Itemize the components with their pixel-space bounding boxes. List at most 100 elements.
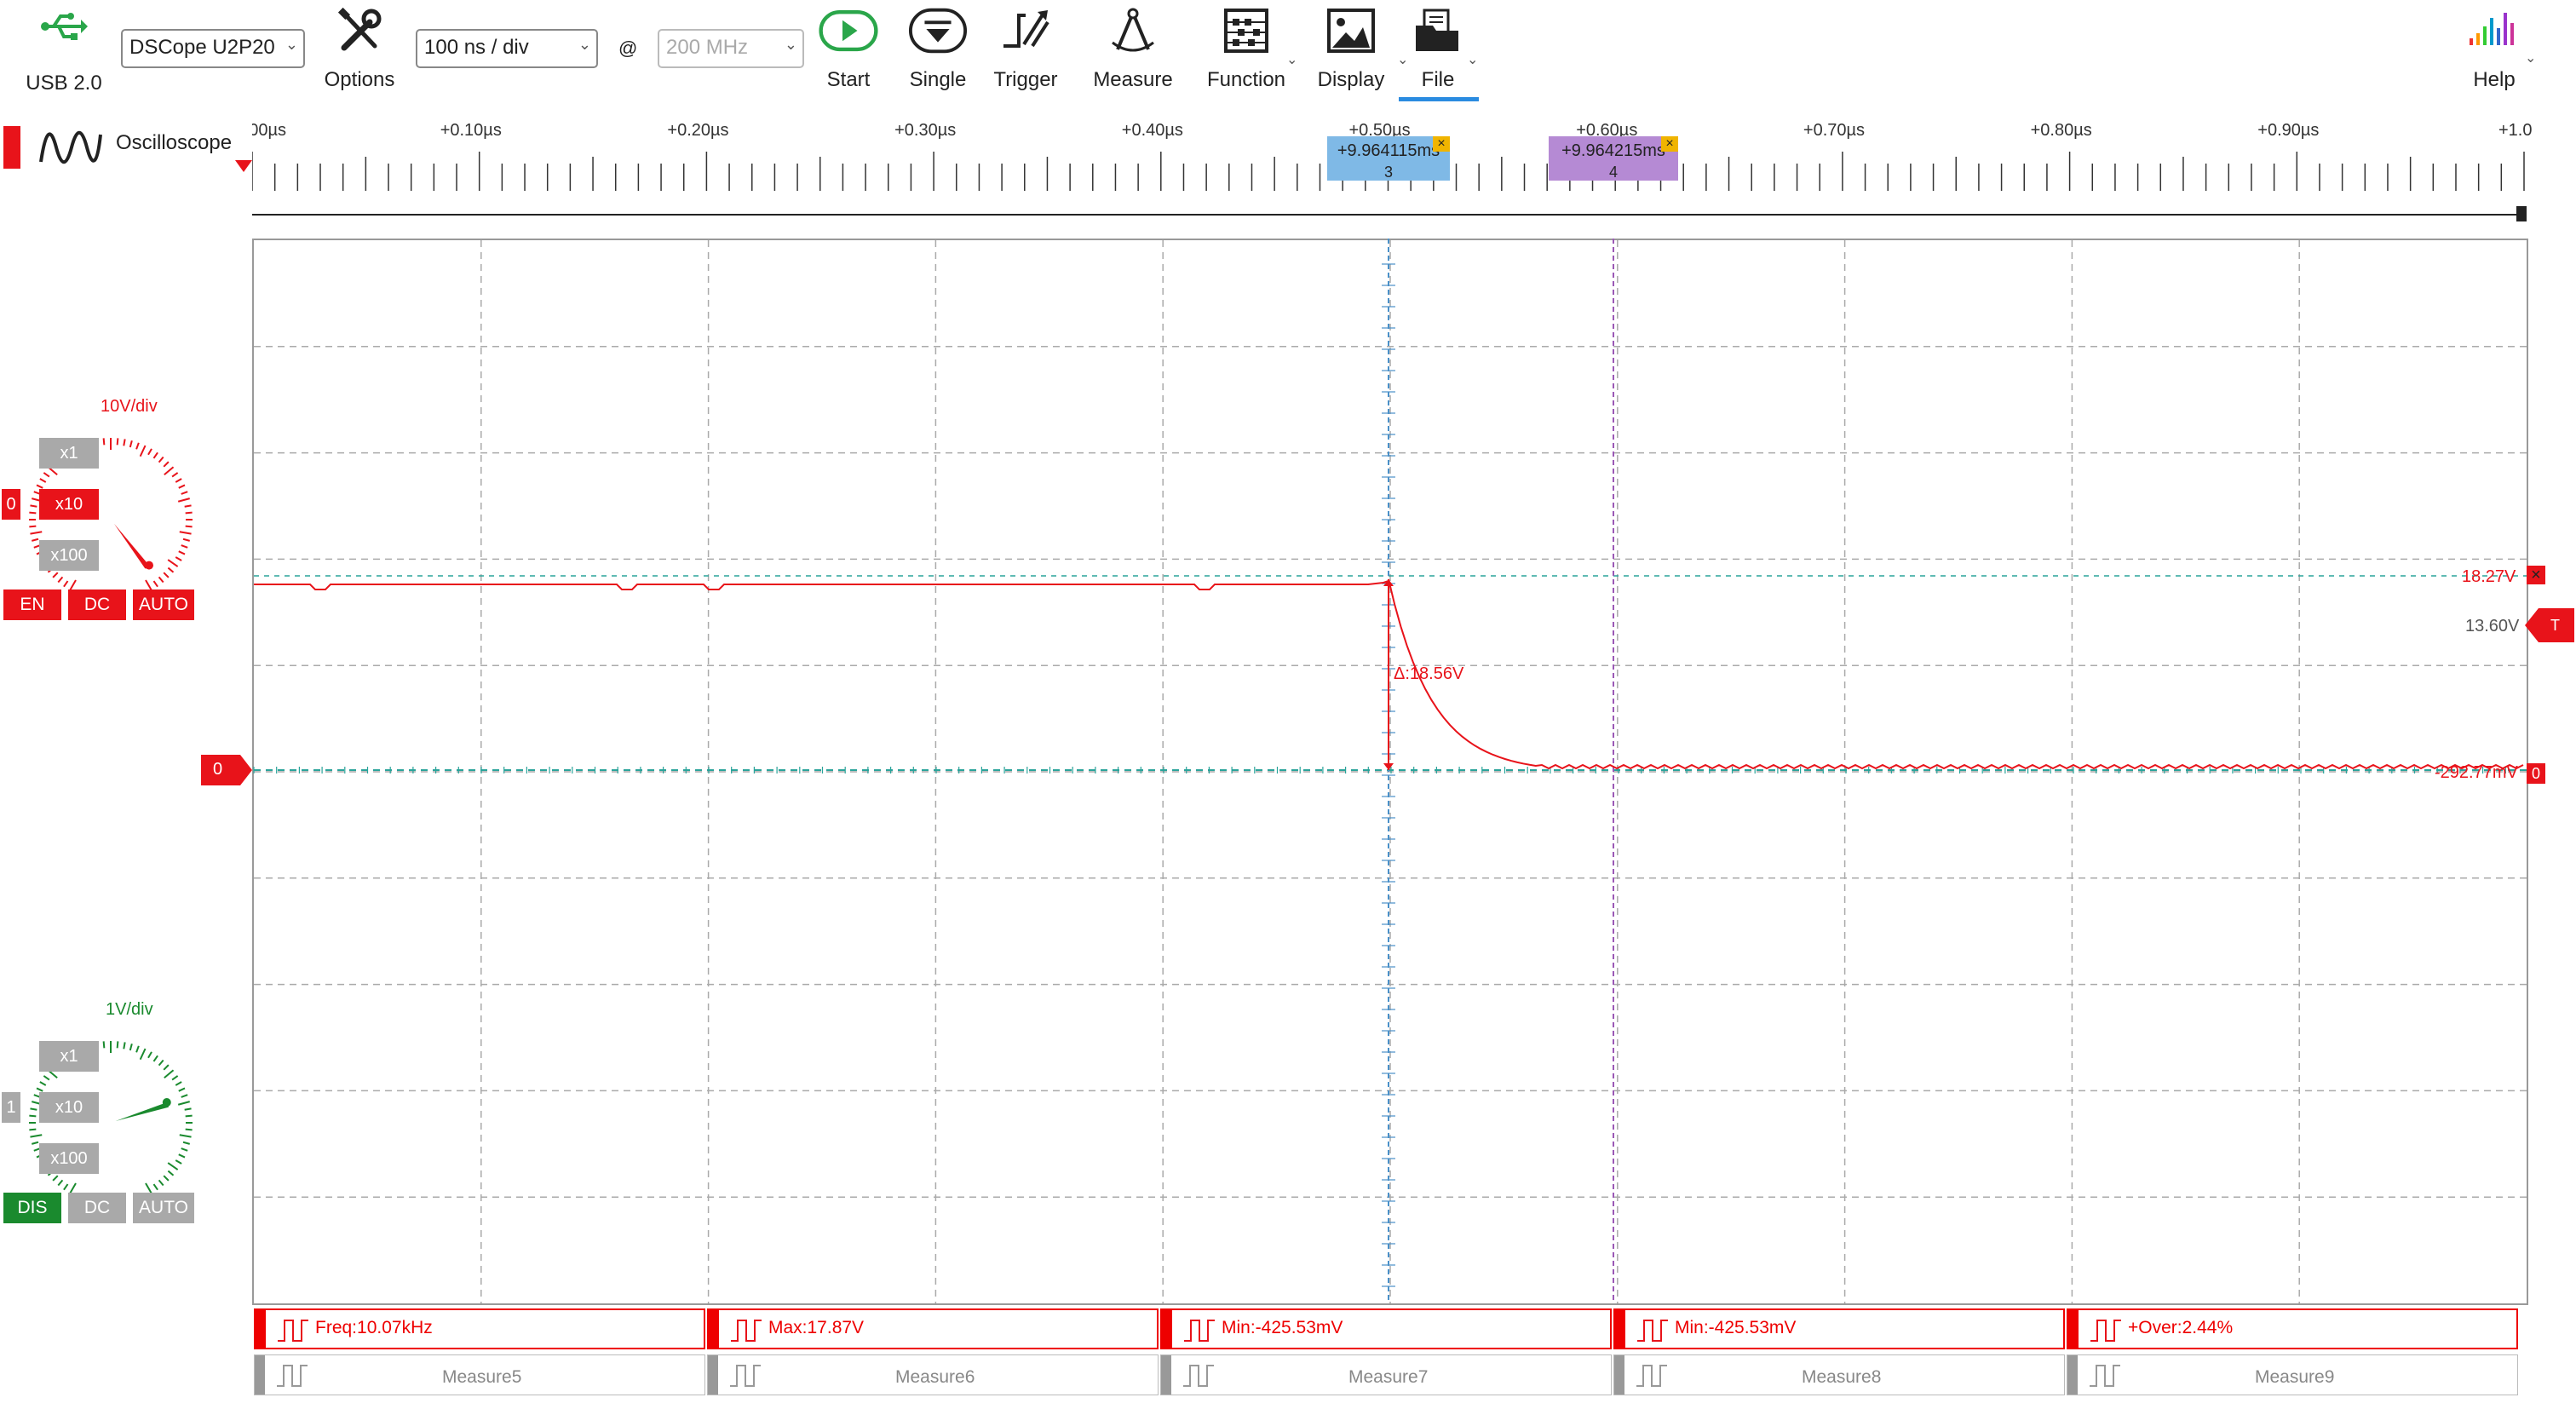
- cursor-4-number: 4: [1608, 164, 1618, 181]
- ch0-zero-marker-label: 0: [213, 760, 223, 779]
- samplerate-select: 200 MHz ⌄: [658, 29, 804, 68]
- trigger-button[interactable]: Trigger: [986, 0, 1065, 102]
- ch0-zero-marker[interactable]: 0: [201, 755, 252, 785]
- measure-slot[interactable]: Measure9: [2067, 1354, 2518, 1395]
- ch1-index-badge[interactable]: 1: [2, 1092, 20, 1123]
- ch1-enable-button[interactable]: DIS: [3, 1193, 61, 1223]
- knob-tick: [52, 1175, 59, 1182]
- ch0-enable-button[interactable]: EN: [3, 589, 61, 620]
- trigger-marker-label: T: [2550, 617, 2560, 634]
- knob-tick: [158, 1179, 164, 1187]
- measure-slot[interactable]: Min:-425.53mV: [1160, 1308, 1612, 1349]
- ruler-label: +0.80µs: [2030, 121, 2092, 140]
- knob-tick: [30, 531, 43, 535]
- trigger-marker[interactable]: T: [2525, 608, 2574, 642]
- start-label: Start: [826, 68, 871, 91]
- measure-slot[interactable]: +Over:2.44%: [2067, 1308, 2518, 1349]
- toolbar: USB 2.0 DSCope U2P20 ⌄ Options 100 ns / …: [0, 0, 2576, 106]
- oscilloscope-wave-icon: [37, 128, 104, 171]
- knob-tick: [129, 440, 133, 448]
- timebase-select[interactable]: 100 ns / div ⌄: [416, 29, 598, 68]
- knob-tick: [181, 1147, 188, 1152]
- level-high-close-icon[interactable]: ×: [2527, 566, 2545, 584]
- help-button[interactable]: Help: [2453, 0, 2535, 102]
- ruler-scroll-handle[interactable]: [2516, 206, 2527, 221]
- measure-slot-tab: [256, 1310, 266, 1348]
- usb-status[interactable]: USB 2.0: [17, 0, 111, 102]
- mode-red-tab: [3, 126, 20, 169]
- measure-slot[interactable]: Measure7: [1160, 1354, 1612, 1395]
- ch1-auto-button[interactable]: AUTO: [133, 1193, 194, 1223]
- measure-type-icon: [1183, 1365, 1214, 1387]
- measure-slot-tab: [1162, 1310, 1172, 1348]
- mode-indicator[interactable]: Oscilloscope: [0, 123, 256, 172]
- cursor-3-close-icon[interactable]: ×: [1433, 136, 1450, 152]
- cursor-4-close-icon[interactable]: ×: [1661, 136, 1678, 152]
- cursor-4-flag[interactable]: +9.964215ms 4 ×: [1549, 136, 1678, 181]
- ch0-index-badge[interactable]: 0: [2, 489, 20, 520]
- measure-type-icon: [1184, 1320, 1215, 1342]
- knob-tick: [167, 566, 175, 573]
- trigger-icon: [996, 5, 1055, 56]
- measure-slot[interactable]: Min:-425.53mV: [1613, 1308, 2065, 1349]
- delta-label: Δ:18.56V: [1394, 664, 1464, 683]
- measure-type-icon: [1636, 1365, 1667, 1387]
- ch1-scale-knob[interactable]: [0, 1012, 204, 1216]
- knob-tick: [63, 580, 69, 588]
- ch1-coupling-button[interactable]: DC: [68, 1193, 126, 1223]
- cursor-3-flag[interactable]: +9.964115ms 3 ×: [1327, 136, 1450, 181]
- ch0-mult-x1[interactable]: x1: [39, 438, 99, 469]
- knob-tick: [29, 511, 37, 515]
- options-button[interactable]: Options: [317, 0, 402, 102]
- ch1-mult-x100[interactable]: x100: [39, 1143, 99, 1174]
- ch0-right-zero-marker[interactable]: 0: [2527, 763, 2545, 784]
- ruler-label: +0.20µs: [667, 121, 729, 140]
- chevron-down-icon[interactable]: ⌄: [2525, 49, 2536, 66]
- single-button[interactable]: Single: [899, 0, 977, 102]
- display-image-icon: [1321, 5, 1381, 56]
- knob-tick: [30, 1134, 43, 1138]
- timebase-value: 100 ns / div: [424, 36, 529, 59]
- ch0-mult-x10[interactable]: x10: [39, 489, 99, 520]
- abacus-icon: [1216, 5, 1276, 56]
- measure-button[interactable]: Measure: [1084, 0, 1182, 102]
- knob-tick: [32, 538, 39, 542]
- measure-slot[interactable]: Measure8: [1613, 1354, 2065, 1395]
- measure-slot[interactable]: Freq:10.07kHz: [254, 1308, 705, 1349]
- scope-plot[interactable]: [252, 239, 2528, 1305]
- knob-tick: [158, 1059, 164, 1067]
- ch1-mult-x10[interactable]: x10: [39, 1092, 99, 1123]
- knob-tick: [30, 504, 37, 508]
- measure-value: Measure7: [1348, 1367, 1429, 1387]
- measure-slot-tab: [2067, 1355, 2078, 1395]
- function-button[interactable]: Function ⌄: [1194, 0, 1298, 102]
- at-label: @: [618, 37, 638, 59]
- start-button[interactable]: Start: [809, 0, 888, 102]
- ch0-coupling-button[interactable]: DC: [68, 589, 126, 620]
- measure-label: Measure: [1093, 68, 1173, 91]
- device-select[interactable]: DSCope U2P20 ⌄: [121, 29, 305, 68]
- knob-tick: [129, 1044, 133, 1051]
- level-low-label: -292.77mV: [2435, 763, 2518, 782]
- measure-value: Measure5: [442, 1367, 522, 1387]
- file-button[interactable]: File ⌄: [1397, 0, 1479, 102]
- measure-slot[interactable]: Measure5: [254, 1354, 705, 1395]
- ch0-mult-x100[interactable]: x100: [39, 540, 99, 571]
- display-button[interactable]: Display ⌄: [1308, 0, 1408, 102]
- knob-tick: [164, 466, 175, 476]
- ruler-label: +0.70µs: [1803, 121, 1866, 140]
- knob-tick: [178, 1153, 186, 1159]
- knob-tick: [147, 448, 152, 456]
- trigger-level-label: 13.60V: [2465, 617, 2520, 635]
- ch0-scale-knob[interactable]: [0, 409, 204, 613]
- ch0-auto-button[interactable]: AUTO: [133, 589, 194, 620]
- measure-slot[interactable]: Max:17.87V: [707, 1308, 1159, 1349]
- folder-file-icon: [1408, 5, 1468, 56]
- ch1-mult-x1[interactable]: x1: [39, 1041, 99, 1072]
- channel-0-panel: 10V/div x1 x10 x100 0 EN DC AUTO: [0, 392, 204, 630]
- knob-tick: [177, 497, 190, 503]
- measure-value: Freq:10.07kHz: [315, 1318, 433, 1337]
- knob-tick: [158, 456, 164, 463]
- chevron-down-icon: ⌄: [1467, 53, 1479, 67]
- measure-slot[interactable]: Measure6: [707, 1354, 1159, 1395]
